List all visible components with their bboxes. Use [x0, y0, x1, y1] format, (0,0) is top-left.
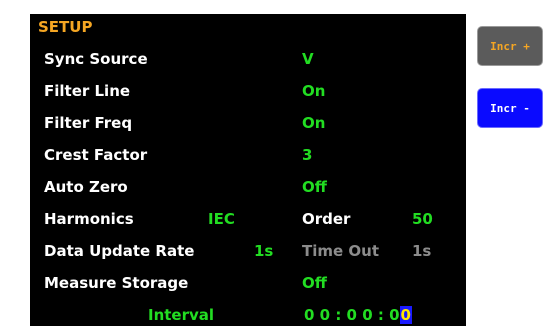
filter-line-value[interactable]: On [302, 82, 325, 100]
interval-value[interactable]: 0 0 : 0 0 : 00 [304, 306, 412, 324]
filter-freq-label: Filter Freq [44, 114, 133, 132]
crest-factor-value[interactable]: 3 [302, 146, 312, 164]
edit-cursor: 0 [399, 306, 412, 324]
auto-zero-label: Auto Zero [44, 178, 128, 196]
incr-minus-button[interactable]: Incr - [477, 88, 543, 128]
sync-source-label: Sync Source [44, 50, 148, 68]
timeout-label: Time Out [302, 242, 379, 260]
filter-freq-value[interactable]: On [302, 114, 325, 132]
measure-storage-value[interactable]: Off [302, 274, 327, 292]
page-title: SETUP [38, 18, 93, 36]
sync-source-value[interactable]: V [302, 50, 314, 68]
order-label: Order [302, 210, 351, 228]
harmonics-value[interactable]: IEC [208, 210, 235, 228]
timeout-value: 1s [412, 242, 432, 260]
interval-label: Interval [148, 306, 215, 324]
data-update-rate-label: Data Update Rate [44, 242, 195, 260]
auto-zero-value[interactable]: Off [302, 178, 327, 196]
order-value[interactable]: 50 [412, 210, 433, 228]
filter-line-label: Filter Line [44, 82, 131, 100]
data-update-rate-value[interactable]: 1s [254, 242, 273, 260]
interval-digits: 0 0 : 0 0 : 0 [304, 306, 400, 324]
setup-screen: SETUP Sync Source V Filter Line On Filte… [30, 14, 466, 326]
measure-storage-label: Measure Storage [44, 274, 189, 292]
harmonics-label: Harmonics [44, 210, 134, 228]
crest-factor-label: Crest Factor [44, 146, 148, 164]
incr-plus-button[interactable]: Incr + [477, 26, 543, 66]
